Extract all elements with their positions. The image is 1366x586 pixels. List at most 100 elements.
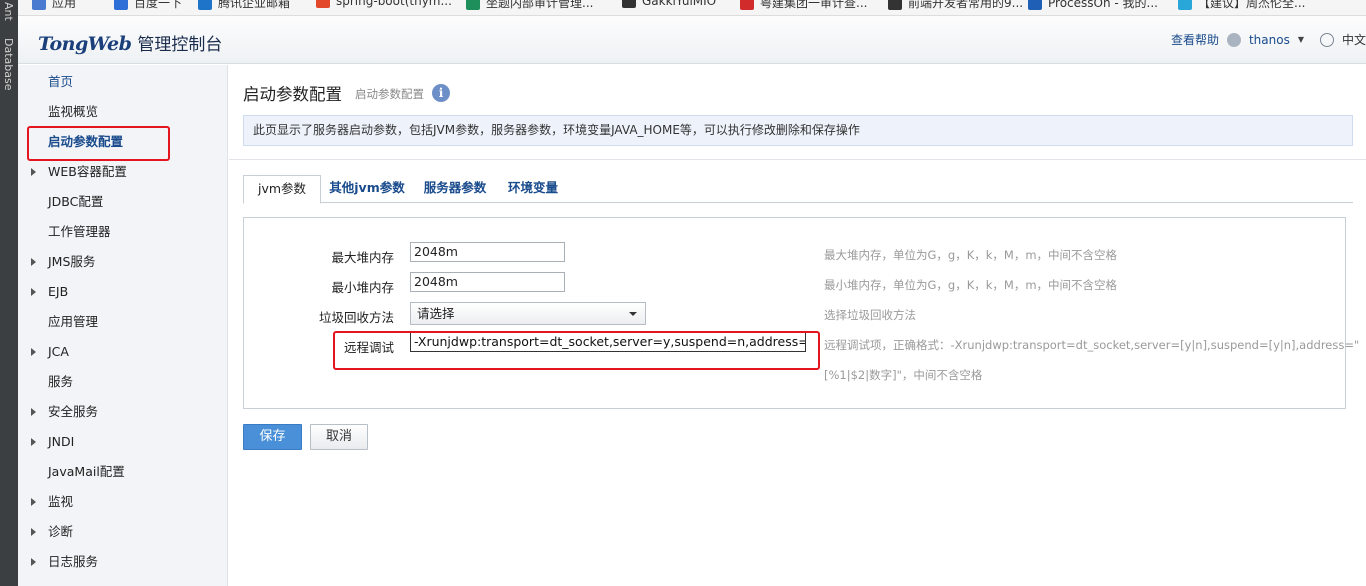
chevron-down-icon (629, 312, 637, 316)
bookmark-item[interactable]: spring-boot(thym... (316, 0, 452, 8)
language-selector[interactable]: 中文 (1342, 31, 1366, 48)
bookmark-item[interactable]: 前端开发者常用的9... (888, 0, 1023, 11)
globe-icon (1319, 32, 1334, 47)
chevron-right-icon (31, 408, 36, 416)
tab-other-jvm-params[interactable]: 其他jvm参数 (327, 175, 407, 203)
sidebar-item[interactable]: JavaMail配置 (18, 457, 228, 487)
divider (229, 159, 1366, 160)
bookmark-favicon-icon (622, 0, 636, 8)
sidebar-item[interactable]: JMS服务 (18, 247, 228, 277)
bookmark-item[interactable]: GakkiYuiMIO (622, 0, 716, 8)
bookmark-label: ProcessOn - 我的... (1048, 0, 1158, 10)
sidebar-item-label: 服务 (48, 374, 74, 389)
bookmark-favicon-icon (32, 0, 46, 10)
sidebar-item[interactable]: 首页 (18, 67, 228, 97)
tab-env-vars[interactable]: 环境变量 (503, 175, 563, 203)
header-actions: 查看帮助 thanos ▼ 中文 (1171, 31, 1366, 48)
page-description: 此页显示了服务器启动参数，包括JVM参数，服务器参数，环境变量JAVA_HOME… (243, 115, 1353, 146)
bookmark-favicon-icon (198, 0, 212, 10)
sidebar-item-label: JavaMail配置 (48, 464, 125, 479)
sidebar-item[interactable]: JCA (18, 337, 228, 367)
browser-bookmarks-bar: 应用 百度一下 腾讯企业邮箱 spring-boot(thym... 坐题内部审计管理.… (18, 0, 1366, 16)
chevron-right-icon (31, 528, 36, 536)
database-tool-label[interactable]: Database (2, 38, 15, 91)
sidebar-item[interactable]: 应用管理 (18, 307, 228, 337)
remote-debug-hint: 远程调试项，正确格式：-Xrunjdwp:transport=dt_socket… (824, 338, 1360, 352)
sidebar-item[interactable]: WEB容器配置 (18, 157, 228, 187)
max-heap-input[interactable]: 2048m (410, 242, 565, 262)
sidebar-item-label: WEB容器配置 (48, 164, 127, 179)
bookmark-label: 粤建集团一审计查... (760, 0, 868, 10)
cancel-button[interactable]: 取消 (310, 424, 368, 450)
sidebar-item[interactable]: 日志服务 (18, 547, 228, 577)
annotation-highlight-box (27, 126, 170, 161)
bookmark-label: 腾讯企业邮箱 (218, 0, 291, 10)
help-link[interactable]: 查看帮助 (1171, 31, 1219, 48)
bookmark-item[interactable]: 【建议】周杰伦全... (1178, 0, 1305, 11)
sidebar-item-label: JNDI (48, 434, 75, 449)
ant-tool-label[interactable]: Ant (2, 2, 15, 21)
bookmark-item[interactable]: 百度一下 (114, 0, 182, 11)
sidebar-item[interactable]: EJB (18, 277, 228, 307)
chevron-right-icon (31, 258, 36, 266)
sidebar-item[interactable]: 服务 (18, 367, 228, 397)
bookmark-item[interactable]: 应用 (32, 0, 76, 11)
sidebar-item[interactable]: 监视概览 (18, 97, 228, 127)
sidebar-item-label: 工作管理器 (48, 224, 111, 239)
tab-jvm-params[interactable]: jvm参数 (243, 175, 321, 204)
chevron-right-icon (31, 498, 36, 506)
sidebar-item-label: 安全服务 (48, 404, 99, 419)
sidebar-item[interactable]: 诊断 (18, 517, 228, 547)
sidebar-item-label: 监视概览 (48, 104, 99, 119)
bookmark-label: 前端开发者常用的9... (908, 0, 1024, 10)
min-heap-hint: 最小堆内存，单位为G，g，K，k，M，m，中间不含空格 (824, 278, 1118, 292)
bookmark-item[interactable]: 腾讯企业邮箱 (198, 0, 290, 11)
page-title: 启动参数配置 (243, 85, 342, 104)
username-label[interactable]: thanos (1249, 33, 1290, 47)
sidebar-item[interactable]: 安全服务 (18, 397, 228, 427)
bookmark-label: 坐题内部审计管理... (486, 0, 594, 10)
sidebar-item[interactable]: 工作管理器 (18, 217, 228, 247)
max-heap-label: 最大堆内存 (331, 250, 394, 265)
user-dropdown-icon[interactable]: ▼ (1298, 35, 1304, 44)
sidebar-item-label: 诊断 (48, 524, 74, 539)
bookmark-favicon-icon (1028, 0, 1042, 10)
bookmark-label: spring-boot(thym... (336, 0, 452, 8)
ide-side-strip: Ant Database (0, 0, 18, 586)
info-icon[interactable]: i (432, 84, 450, 102)
bookmark-item[interactable]: ProcessOn - 我的... (1028, 0, 1158, 11)
sidebar-item-label: JDBC配置 (48, 194, 104, 209)
page-subtitle: 启动参数配置 (355, 87, 424, 101)
sidebar-item-label: 应用管理 (48, 314, 99, 329)
min-heap-label: 最小堆内存 (331, 280, 394, 295)
sidebar-item-label: 日志服务 (48, 554, 99, 569)
bookmark-item[interactable]: 粤建集团一审计查... (740, 0, 867, 11)
min-heap-input[interactable]: 2048m (410, 272, 565, 292)
sidebar-item[interactable]: JDBC配置 (18, 187, 228, 217)
annotation-highlight-box (333, 331, 820, 370)
sidebar-item[interactable]: 监视 (18, 487, 228, 517)
jvm-params-form: 最大堆内存 2048m 最大堆内存，单位为G，g，K，k，M，m，中间不含空格 … (243, 217, 1359, 409)
bookmark-favicon-icon (316, 0, 330, 8)
chevron-right-icon (31, 288, 36, 296)
gc-method-select[interactable]: 请选择 (410, 302, 646, 325)
bookmark-label: 【建议】周杰伦全... (1198, 0, 1306, 10)
tab-server-params[interactable]: 服务器参数 (419, 175, 491, 203)
gc-method-selected: 请选择 (417, 306, 455, 321)
sidebar-item-label: 首页 (48, 74, 74, 89)
sidebar-nav: 首页 监视概览 启动参数配置 WEB容器配置 JDBC配置 工作管理器 JMS服务 EJB 应用… (18, 65, 228, 586)
bookmark-favicon-icon (466, 0, 480, 10)
sidebar-item[interactable]: JNDI (18, 427, 228, 457)
remote-debug-hint-cont: [%1|$2|数字]"，中间不含空格 (824, 368, 983, 382)
bookmark-favicon-icon (114, 0, 128, 10)
bookmark-item[interactable]: 坐题内部审计管理... (466, 0, 593, 11)
bookmark-favicon-icon (740, 0, 754, 10)
chevron-right-icon (31, 438, 36, 446)
console-title: 管理控制台 (137, 35, 223, 55)
gc-method-label: 垃圾回收方法 (318, 310, 394, 325)
brand-name: TongWeb (38, 33, 132, 55)
sidebar-item-label: 监视 (48, 494, 74, 509)
save-button[interactable]: 保存 (243, 424, 302, 450)
tongweb-logo: TongWeb 管理控制台 (38, 30, 222, 55)
sidebar-item-label: JMS服务 (48, 254, 96, 269)
